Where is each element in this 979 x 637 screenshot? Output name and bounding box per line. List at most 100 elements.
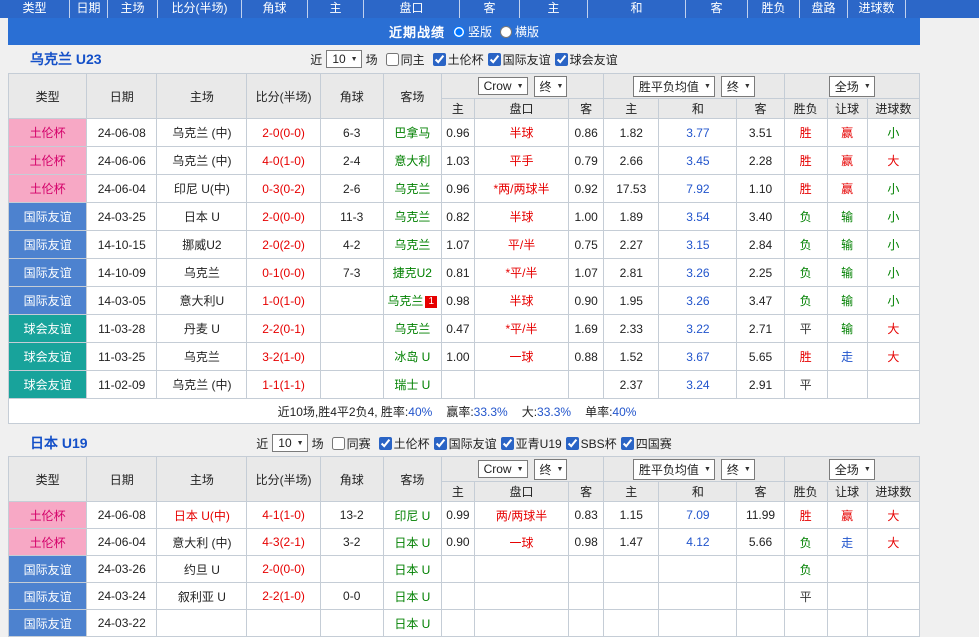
win-odds-away-cell: 5.66 <box>737 529 784 556</box>
result-cell: 胜 <box>784 343 827 371</box>
vertical-layout-option[interactable]: 竖版 <box>453 23 492 40</box>
away-team-cell: 乌克兰1 <box>383 287 441 315</box>
goals-cell: 大 <box>867 529 919 556</box>
competition-filter[interactable]: 土伦杯 <box>433 51 484 68</box>
competition-filter[interactable]: 土伦杯 <box>379 435 430 452</box>
win-mean-select[interactable]: 胜平负均值▼ <box>633 459 715 480</box>
handicap-cell: 一球 <box>474 529 568 556</box>
match-type-cell: 国际友谊 <box>9 556 87 583</box>
win-final-select[interactable]: 终▼ <box>721 76 755 97</box>
competition-filter[interactable]: SBS杯 <box>566 435 617 452</box>
column-label: 胜负 <box>748 0 800 18</box>
goals-cell: 小 <box>867 203 919 231</box>
same-filter[interactable]: 同赛 <box>332 435 371 452</box>
match-type-cell: 土伦杯 <box>9 175 87 203</box>
horizontal-radio[interactable] <box>500 26 512 38</box>
winodds-group-header: 胜平负均值▼ 终▼ <box>604 457 784 482</box>
col-home: 主场 <box>157 74 247 119</box>
goals-cell: 大 <box>867 315 919 343</box>
result-cell: 负 <box>784 259 827 287</box>
handicap-cell: *平/半 <box>474 259 568 287</box>
same-filter[interactable]: 同主 <box>386 51 425 68</box>
match-count-select[interactable]: 10▼ <box>326 50 361 68</box>
column-label: 主场 <box>108 0 158 18</box>
handicap-result-cell: 走 <box>827 529 867 556</box>
home-team-cell: 挪威U2 <box>157 231 247 259</box>
subcol-goals: 进球数 <box>867 482 919 502</box>
away-team-cell: 意大利 <box>383 147 441 175</box>
summary-row: 近10场,胜4平2负4, 胜率:40%赢率:33.3%大:33.3%单率:40% <box>9 399 920 424</box>
fullmatch-select[interactable]: 全场▼ <box>829 76 875 97</box>
competition-checkbox[interactable] <box>621 437 634 450</box>
draw-odds-cell: 3.15 <box>659 231 737 259</box>
away-team-cell: 捷克U2 <box>383 259 441 287</box>
chevron-down-icon: ▼ <box>744 83 751 90</box>
team-title-link[interactable]: 日本 U19 <box>30 433 88 453</box>
match-row: 国际友谊14-10-15挪威U22-0(2-0)4-2乌克兰1.07平/半0.7… <box>9 231 920 259</box>
handicap-cell <box>474 583 568 610</box>
competition-checkbox[interactable] <box>555 53 568 66</box>
bookmaker-select[interactable]: Crow▼ <box>478 77 528 95</box>
goals-cell: 大 <box>867 147 919 175</box>
competition-checkbox[interactable] <box>488 53 501 66</box>
odds-home-cell: 1.00 <box>441 343 474 371</box>
odds-away-cell: 0.88 <box>569 343 604 371</box>
competition-checkbox[interactable] <box>566 437 579 450</box>
goals-cell: 大 <box>867 502 919 529</box>
goals-cell: 小 <box>867 175 919 203</box>
bookmaker-final-select[interactable]: 终▼ <box>534 76 568 97</box>
competition-filter[interactable]: 球会友谊 <box>555 51 618 68</box>
same-checkbox[interactable] <box>386 53 399 66</box>
draw-odds-cell: 3.26 <box>659 259 737 287</box>
home-team-cell: 印尼 U(中) <box>157 175 247 203</box>
bookmaker-select[interactable]: Crow▼ <box>478 460 528 478</box>
competition-filter[interactable]: 四国赛 <box>621 435 672 452</box>
clipped-header-strip: 类型日期主场比分(半场)角球主盘口客主和客胜负盘路进球数 <box>0 0 979 18</box>
vertical-label: 竖版 <box>468 23 492 40</box>
handicap-cell: 平/半 <box>474 231 568 259</box>
competition-checkbox[interactable] <box>433 53 446 66</box>
subcol-handicap: 盘口 <box>474 99 568 119</box>
competition-filters: 土伦杯 国际友谊亚青U19SBS杯四国赛 <box>375 435 672 452</box>
win-odds-away-cell <box>737 610 784 637</box>
draw-odds-cell: 3.26 <box>659 287 737 315</box>
same-checkbox[interactable] <box>332 437 345 450</box>
competition-filter[interactable]: 国际友谊 <box>488 51 551 68</box>
fullmatch-select[interactable]: 全场▼ <box>829 459 875 480</box>
competition-label: 国际友谊 <box>449 435 497 452</box>
match-row: 国际友谊14-03-05意大利U1-0(1-0)乌克兰10.98半球0.901.… <box>9 287 920 315</box>
home-team-cell <box>157 610 247 637</box>
subcol-result: 胜负 <box>784 99 827 119</box>
bookmaker-final-select[interactable]: 终▼ <box>534 459 568 480</box>
competition-checkbox[interactable] <box>434 437 447 450</box>
team-title-link[interactable]: 乌克兰 U23 <box>30 49 102 69</box>
handicap-result-cell: 赢 <box>827 175 867 203</box>
win-odds-away-cell: 2.25 <box>737 259 784 287</box>
corner-cell: 11-3 <box>320 203 383 231</box>
match-row: 土伦杯24-06-04意大利 (中)4-3(2-1)3-2日本 U0.90一球0… <box>9 529 920 556</box>
score-cell: 4-0(1-0) <box>247 147 320 175</box>
result-cell: 负 <box>784 203 827 231</box>
col-away: 客场 <box>383 457 441 502</box>
date-cell: 24-03-22 <box>87 610 157 637</box>
col-type: 类型 <box>9 457 87 502</box>
chevron-down-icon: ▼ <box>517 83 524 90</box>
summary-label: 近10场,胜4平2负4, 胜率: <box>278 405 409 419</box>
summary-label: 大: <box>522 405 537 419</box>
competition-filter[interactable]: 国际友谊 <box>434 435 497 452</box>
competition-filter[interactable]: 亚青U19 <box>501 435 562 452</box>
win-odds-away-cell: 1.10 <box>737 175 784 203</box>
odds-home-cell: 0.99 <box>441 502 474 529</box>
result-cell: 平 <box>784 315 827 343</box>
competition-checkbox[interactable] <box>501 437 514 450</box>
win-final-select[interactable]: 终▼ <box>721 459 755 480</box>
match-count-select[interactable]: 10▼ <box>272 434 307 452</box>
win-mean-select[interactable]: 胜平负均值▼ <box>633 76 715 97</box>
win-odds-home-cell: 2.37 <box>604 371 659 399</box>
vertical-radio[interactable] <box>453 26 465 38</box>
horizontal-layout-option[interactable]: 横版 <box>500 23 539 40</box>
date-cell: 24-06-04 <box>87 175 157 203</box>
away-team-cell: 乌克兰 <box>383 175 441 203</box>
result-cell <box>784 610 827 637</box>
competition-checkbox[interactable] <box>379 437 392 450</box>
